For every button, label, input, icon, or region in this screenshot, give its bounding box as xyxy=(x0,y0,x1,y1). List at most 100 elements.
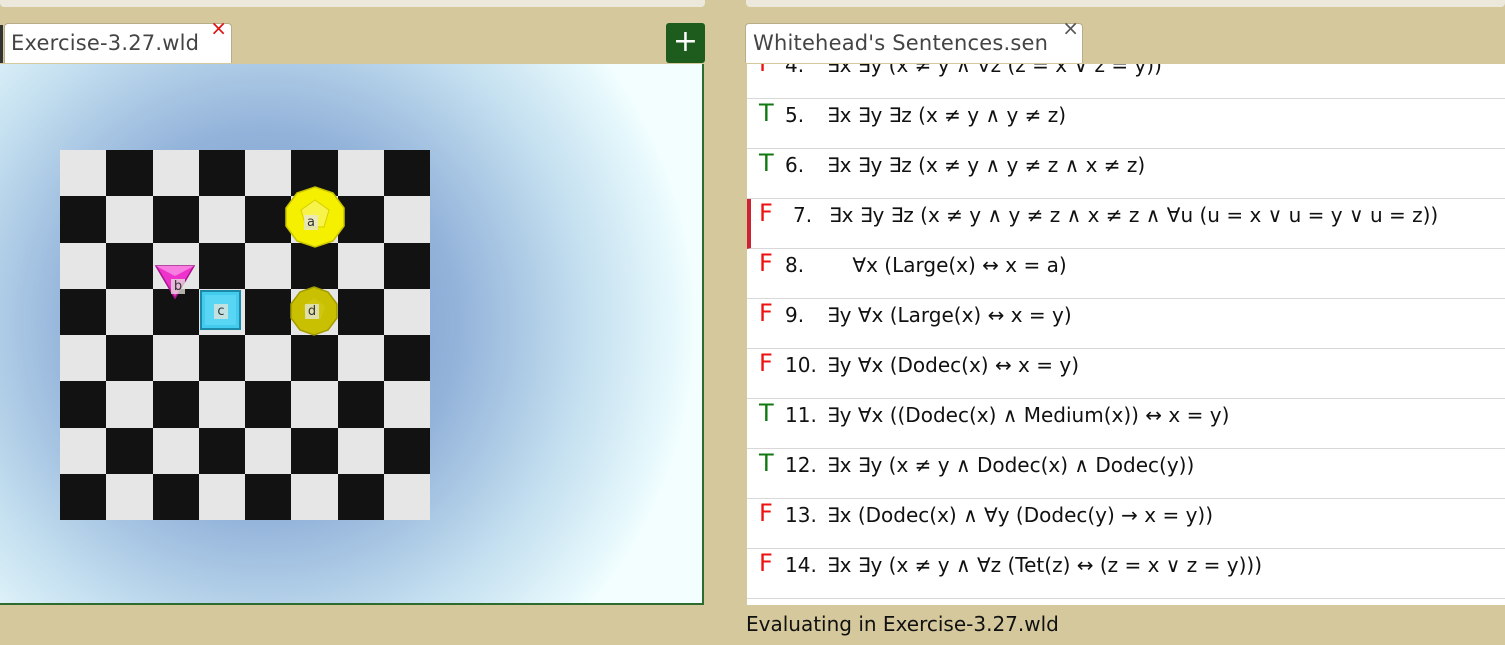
top-strip-left xyxy=(0,0,705,7)
board-square[interactable] xyxy=(383,242,430,289)
sentence-number: 8. xyxy=(785,253,805,277)
truth-value: F xyxy=(759,64,773,77)
board-square[interactable] xyxy=(106,427,153,474)
sentence-row[interactable]: F 7. ∃x ∃y ∃z (x ≠ y ∧ y ≠ z ∧ x ≠ z ∧ ∀u … xyxy=(747,199,1505,249)
board-square[interactable] xyxy=(198,150,245,197)
add-world-button[interactable]: + xyxy=(666,23,705,63)
board-square[interactable] xyxy=(245,242,292,289)
sentence-row[interactable]: F 10. ∃y ∀x (Dodec(x) ↔ x = y) xyxy=(747,349,1505,399)
sentence-file-tab[interactable]: Whitehead's Sentences.sen × xyxy=(745,16,1083,63)
sentence-row[interactable]: F 4. ∃x ∃y (x ≠ y ∧ ∀z (z = x ∨ z = y)) xyxy=(747,64,1505,99)
board-square[interactable] xyxy=(106,242,153,289)
world-file-tab[interactable]: Exercise-3.27.wld × xyxy=(4,16,232,63)
sentence-row[interactable]: T 5. ∃x ∃y ∃z (x ≠ y ∧ y ≠ z) xyxy=(747,99,1505,149)
board-square[interactable] xyxy=(245,381,292,428)
board-square[interactable] xyxy=(106,473,153,520)
board-square[interactable] xyxy=(245,473,292,520)
board-square[interactable] xyxy=(106,335,153,382)
board-square[interactable] xyxy=(291,242,338,289)
block-b-label: b xyxy=(171,279,185,294)
board-square[interactable] xyxy=(152,150,199,197)
chess-board[interactable] xyxy=(60,150,430,520)
sentence-number: 6. xyxy=(785,153,805,177)
board-square[interactable] xyxy=(291,473,338,520)
board-square[interactable] xyxy=(60,196,107,243)
board-square[interactable] xyxy=(383,381,430,428)
sentence-row[interactable]: F 13. ∃x (Dodec(x) ∧ ∀y (Dodec(y) → x = y)… xyxy=(747,499,1505,549)
truth-value: F xyxy=(759,499,773,527)
board-square[interactable] xyxy=(291,381,338,428)
close-icon[interactable]: × xyxy=(1062,16,1079,40)
sentence-list[interactable]: F 4. ∃x ∃y (x ≠ y ∧ ∀z (z = x ∨ z = y)) T 5.… xyxy=(747,64,1505,605)
board-square[interactable] xyxy=(337,288,384,335)
sentence-row[interactable]: F 14. ∃x ∃y (x ≠ y ∧ ∀z (Tet(z) ↔ (z = x ∨… xyxy=(747,549,1505,599)
board-square[interactable] xyxy=(60,150,107,197)
board-square[interactable] xyxy=(198,335,245,382)
board-square[interactable] xyxy=(152,473,199,520)
sentence-row[interactable]: T 6. ∃x ∃y ∃z (x ≠ y ∧ y ≠ z ∧ x ≠ z) xyxy=(747,149,1505,199)
board-square[interactable] xyxy=(383,196,430,243)
sentence-formula: ∃y ∀x (Large(x) ↔ x = y) xyxy=(827,303,1072,327)
board-square[interactable] xyxy=(198,473,245,520)
board-square[interactable] xyxy=(337,335,384,382)
sentence-formula: ∃x ∃y ∃z (x ≠ y ∧ y ≠ z ∧ x ≠ z) xyxy=(827,153,1146,177)
sentence-formula: ∀x (Large(x) ↔ x = a) xyxy=(827,253,1067,277)
board-square[interactable] xyxy=(337,381,384,428)
sentence-row[interactable]: T 12. ∃x ∃y (x ≠ y ∧ Dodec(x) ∧ Dodec(y)) xyxy=(747,449,1505,499)
truth-value: T xyxy=(759,399,774,427)
sentence-formula: ∃x ∃y (x ≠ y ∧ ∀z (Tet(z) ↔ (z = x ∨ z =… xyxy=(827,553,1263,577)
board-square[interactable] xyxy=(106,150,153,197)
board-square[interactable] xyxy=(383,150,430,197)
sentence-row[interactable]: T 11. ∃y ∀x ((Dodec(x) ∧ Medium(x)) ↔ x = … xyxy=(747,399,1505,449)
sentence-formula: ∃y ∀x (Dodec(x) ↔ x = y) xyxy=(827,353,1080,377)
board-square[interactable] xyxy=(60,473,107,520)
sentence-formula: ∃y ∀x ((Dodec(x) ∧ Medium(x)) ↔ x = y) xyxy=(827,403,1230,427)
board-square[interactable] xyxy=(60,427,107,474)
board-square[interactable] xyxy=(383,473,430,520)
board-square[interactable] xyxy=(60,335,107,382)
board-square[interactable] xyxy=(152,196,199,243)
sentence-formula: ∃x ∃y (x ≠ y ∧ ∀z (z = x ∨ z = y)) xyxy=(827,64,1162,77)
sentence-formula: ∃x ∃y ∃z (x ≠ y ∧ y ≠ z) xyxy=(827,103,1067,127)
sentence-number: 9. xyxy=(785,303,805,327)
board-square[interactable] xyxy=(198,381,245,428)
close-icon[interactable]: × xyxy=(210,16,227,40)
status-bar: Evaluating in Exercise-3.27.wld xyxy=(746,612,1059,636)
truth-value: F xyxy=(759,549,773,577)
board-square[interactable] xyxy=(60,381,107,428)
board-square[interactable] xyxy=(106,381,153,428)
board-square[interactable] xyxy=(245,288,292,335)
world-tab-label: Exercise-3.27.wld xyxy=(11,31,200,55)
tab-scroll-indicator xyxy=(0,25,3,63)
block-d-label: d xyxy=(305,304,319,319)
board-square[interactable] xyxy=(337,473,384,520)
board-square[interactable] xyxy=(291,427,338,474)
board-square[interactable] xyxy=(152,335,199,382)
board-square[interactable] xyxy=(245,335,292,382)
board-square[interactable] xyxy=(337,242,384,289)
board-square[interactable] xyxy=(60,288,107,335)
board-square[interactable] xyxy=(152,427,199,474)
board-square[interactable] xyxy=(198,196,245,243)
board-square[interactable] xyxy=(383,288,430,335)
sentence-number: 4. xyxy=(785,64,805,77)
sentence-number: 10. xyxy=(785,353,817,377)
board-square[interactable] xyxy=(383,427,430,474)
board-square[interactable] xyxy=(152,381,199,428)
world-view[interactable]: b a c d xyxy=(0,64,704,605)
board-square[interactable] xyxy=(198,427,245,474)
sentence-formula: ∃x (Dodec(x) ∧ ∀y (Dodec(y) → x = y)) xyxy=(827,503,1214,527)
board-square[interactable] xyxy=(60,242,107,289)
board-square[interactable] xyxy=(106,196,153,243)
board-square[interactable] xyxy=(245,427,292,474)
board-square[interactable] xyxy=(198,242,245,289)
sentence-tab-label: Whitehead's Sentences.sen xyxy=(753,31,1049,55)
board-square[interactable] xyxy=(291,335,338,382)
sentence-row[interactable]: F 8. ∀x (Large(x) ↔ x = a) xyxy=(747,249,1505,299)
board-square[interactable] xyxy=(383,335,430,382)
sentence-row[interactable]: F 9. ∃y ∀x (Large(x) ↔ x = y) xyxy=(747,299,1505,349)
board-square[interactable] xyxy=(337,427,384,474)
sentence-number: 14. xyxy=(785,553,817,577)
block-a-label: a xyxy=(304,215,318,230)
board-square[interactable] xyxy=(106,288,153,335)
